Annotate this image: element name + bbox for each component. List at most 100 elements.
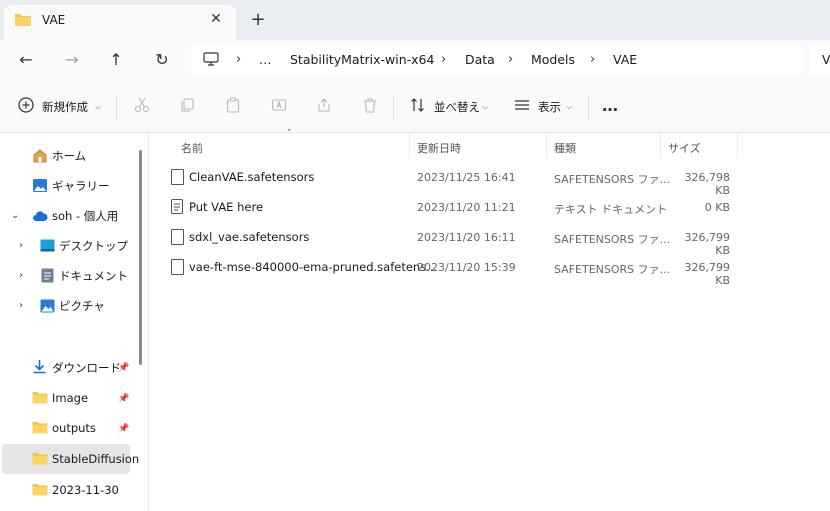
sidebar-item-label: ダウンロード: [52, 361, 121, 375]
cut-icon[interactable]: [134, 97, 150, 113]
pin-icon: 📌: [118, 394, 130, 404]
file-date: 2023/11/20 11:21: [417, 201, 516, 214]
close-tab-icon[interactable]: ✕: [208, 9, 224, 29]
toolbar-separator: [116, 95, 117, 121]
chevron-right-icon[interactable]: ›: [19, 300, 23, 311]
breadcrumb-separator[interactable]: ›: [508, 52, 513, 67]
more-options-icon[interactable]: …: [602, 96, 618, 115]
download-icon: [33, 360, 46, 374]
sidebar-item-label: 2023-11-30: [52, 483, 119, 497]
folder-icon: [32, 392, 48, 404]
file-size: 0 KB: [704, 201, 730, 214]
file-size: 326,799 KB: [684, 261, 731, 287]
sort-button-label: 並べ替え: [434, 100, 480, 114]
file-type: SAFETENSORS ファ...: [554, 263, 671, 276]
chevron-right-icon[interactable]: ›: [19, 240, 23, 251]
column-divider[interactable]: [660, 133, 661, 159]
file-icon: [171, 259, 184, 275]
chevron-down-icon: ⌵: [482, 102, 489, 111]
plus-circle-icon: [18, 97, 34, 113]
sidebar-item-label: outputs: [52, 421, 96, 435]
share-icon[interactable]: [316, 97, 332, 113]
pane-divider[interactable]: [148, 133, 149, 511]
file-date: 2023/11/20 16:11: [417, 231, 516, 244]
file-type: テキスト ドキュメント: [554, 203, 668, 216]
back-button[interactable]: ←: [14, 49, 38, 71]
file-size: 326,799 KB: [684, 231, 731, 257]
desktop-icon: [40, 239, 55, 252]
file-type: SAFETENSORS ファ...: [554, 173, 671, 186]
breadcrumb-separator[interactable]: ›: [590, 52, 595, 67]
new-button-label: 新規作成: [42, 100, 88, 114]
chevron-right-icon[interactable]: ›: [19, 270, 23, 281]
toolbar-separator: [588, 95, 589, 121]
file-name: vae-ft-mse-840000-ema-pruned.safetens...: [189, 260, 438, 274]
file-icon: [171, 169, 184, 185]
picture-icon: [40, 299, 55, 313]
pin-icon: 📌: [118, 424, 130, 434]
sidebar-item-label: ホーム: [52, 149, 87, 163]
breadcrumb-item[interactable]: Data: [465, 52, 495, 67]
breadcrumb-separator[interactable]: ›: [236, 52, 241, 67]
sidebar-item-label: ギャラリー: [52, 179, 110, 193]
breadcrumb-overflow-button[interactable]: …: [259, 52, 272, 67]
breadcrumb-current[interactable]: VAE: [613, 52, 637, 67]
file-size: 326,798 KB: [684, 171, 731, 197]
sidebar-item-label: ピクチャ: [59, 299, 105, 313]
new-tab-button[interactable]: +: [248, 8, 268, 32]
sort-ascending-icon: ˄: [287, 129, 292, 139]
chevron-down-icon: ⌵: [95, 102, 102, 111]
file-date: 2023/11/20 15:39: [417, 261, 516, 274]
text-file-icon: [171, 199, 183, 214]
sidebar-item-label: StableDiffusion: [52, 452, 140, 466]
up-button[interactable]: ↑: [104, 49, 128, 71]
chevron-down-icon: ⌵: [566, 102, 573, 111]
toolbar-separator: [393, 95, 394, 121]
tab-title: VAE: [42, 13, 66, 27]
folder-icon: [32, 484, 48, 496]
address-bar[interactable]: [191, 45, 803, 75]
file-name: sdxl_vae.safetensors: [189, 230, 310, 244]
view-button-label: 表示: [538, 100, 561, 114]
sort-icon: [411, 98, 424, 112]
document-icon: [41, 268, 54, 283]
file-type: SAFETENSORS ファ...: [554, 233, 671, 246]
column-divider[interactable]: [546, 133, 547, 159]
column-divider[interactable]: [737, 133, 738, 159]
column-header-name[interactable]: 名前: [181, 140, 203, 156]
file-date: 2023/11/25 16:41: [417, 171, 516, 184]
breadcrumb-item[interactable]: StabilityMatrix-win-x64: [290, 52, 434, 67]
cloud-icon: [33, 211, 48, 221]
chevron-down-icon[interactable]: ⌄: [11, 210, 19, 221]
refresh-button[interactable]: ↻: [150, 49, 174, 71]
column-header-size[interactable]: サイズ: [668, 140, 701, 156]
sidebar-item-label: ドキュメント: [59, 269, 128, 283]
sidebar-item-label: デスクトップ: [59, 239, 128, 253]
file-name: Put VAE here: [189, 200, 264, 214]
copy-icon[interactable]: [179, 97, 195, 113]
sidebar-scrollbar[interactable]: [139, 150, 142, 365]
rename-icon[interactable]: [271, 97, 287, 113]
folder-icon: [32, 453, 48, 465]
folder-icon: [32, 422, 48, 434]
column-divider[interactable]: [409, 133, 410, 159]
file-icon: [171, 229, 184, 245]
paste-icon[interactable]: [225, 97, 241, 113]
sidebar-item-label: soh - 個人用: [52, 209, 119, 223]
delete-icon[interactable]: [362, 97, 378, 113]
file-name: CleanVAE.safetensors: [189, 170, 315, 184]
breadcrumb-item[interactable]: Models: [531, 52, 575, 67]
pin-icon: 📌: [118, 363, 130, 373]
home-icon: [33, 149, 47, 163]
view-list-icon: [515, 100, 529, 110]
column-header-type[interactable]: 種類: [554, 140, 576, 156]
column-header-date[interactable]: 更新日時: [417, 140, 461, 156]
monitor-icon: [203, 52, 219, 66]
forward-button[interactable]: →: [60, 49, 84, 71]
tab-vae[interactable]: [4, 5, 236, 40]
gallery-icon: [33, 179, 47, 192]
sidebar-item-label: Image: [52, 391, 89, 405]
search-input-text: V: [822, 52, 830, 67]
folder-icon: [15, 14, 31, 26]
breadcrumb-separator[interactable]: ›: [441, 52, 446, 67]
